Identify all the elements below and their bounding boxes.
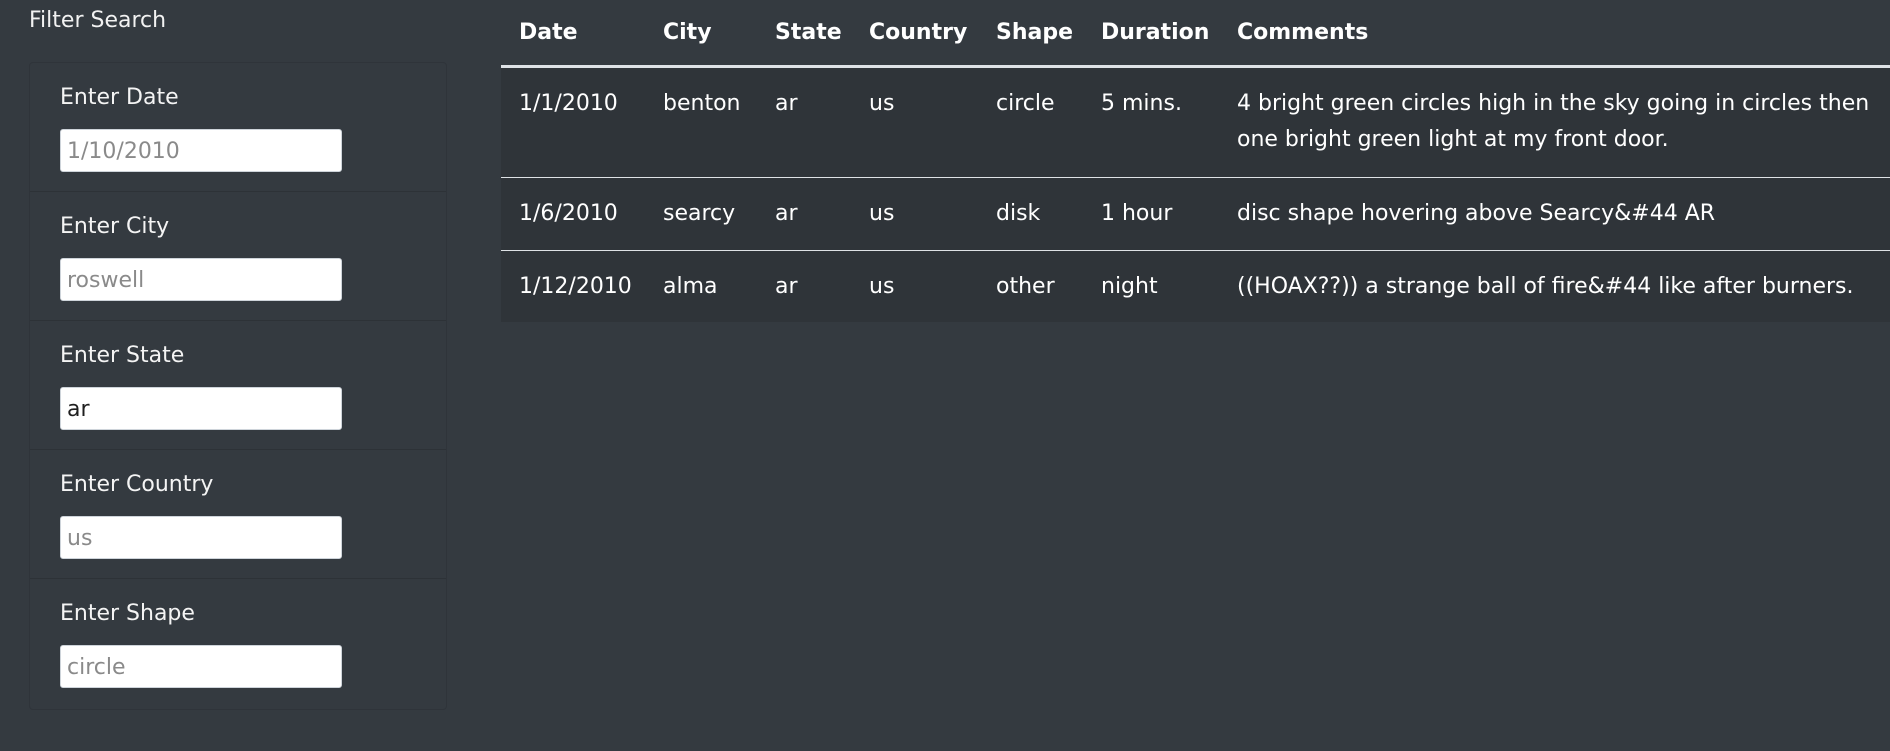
filter-item-country: Enter Country [30,450,446,579]
city-cell: searcy [645,176,757,250]
comments-cell: 4 bright green circles high in the sky g… [1237,90,1870,152]
shape-cell: circle [996,90,1055,116]
state-column-header: State [757,0,851,68]
filter-item-date: Enter Date [30,63,446,192]
country-cell: us [851,176,978,250]
state-cell: ar [757,249,851,322]
date-filter-label: Enter Date [60,85,179,110]
country-column-header: Country [851,0,978,68]
city-cell: alma [645,249,757,322]
city-column-header: City [645,0,757,68]
filter-item-state: Enter State [30,321,446,450]
comments-cell: ((HOAX??)) a strange ball of fire&#44 li… [1219,249,1890,322]
shape-column-header: Shape [978,0,1083,68]
ufo-sightings-table: Date City State Country Shape Duration C… [501,0,1890,322]
duration-cell: 5 mins. [1101,90,1182,116]
date-cell: 1/12/2010 [501,249,645,322]
results-panel: Date City State Country Shape Duration C… [501,0,1890,322]
shape-filter-label: Enter Shape [60,601,195,626]
table-row: 1/1/2010 benton ar us circle 5 mins. 4 b… [501,66,1890,177]
country-filter-input[interactable] [60,516,342,559]
date-column-header: Date [501,0,645,68]
duration-column-header: Duration [1083,0,1219,68]
city-filter-input[interactable] [60,258,342,301]
duration-cell: night [1083,249,1219,322]
table-row: 1/12/2010 alma ar us other night ((HOAX?… [501,249,1890,322]
country-cell: us [851,249,978,322]
table-header: Date City State Country Shape Duration C… [501,0,1890,68]
date-filter-input[interactable] [60,129,342,172]
filter-item-shape: Enter Shape [30,579,446,709]
table-header-row: Date City State Country Shape Duration C… [501,0,1890,68]
duration-cell: 1 hour [1083,176,1219,250]
filter-list: Enter Date Enter City Enter State Enter … [29,62,447,710]
date-cell: 1/6/2010 [501,176,645,250]
city-filter-label: Enter City [60,214,170,239]
comments-cell: disc shape hovering above Searcy&#44 AR [1219,176,1890,250]
comments-column-header: Comments [1219,0,1890,68]
country-cell: us [869,90,895,116]
date-cell: 1/1/2010 [519,90,618,116]
shape-filter-input[interactable] [60,645,342,688]
city-cell: benton [663,90,741,116]
shape-cell: disk [978,176,1083,250]
state-filter-input[interactable] [60,387,342,430]
state-cell: ar [775,90,798,116]
state-cell: ar [757,176,851,250]
table-row: 1/6/2010 searcy ar us disk 1 hour disc s… [501,176,1890,250]
filter-item-city: Enter City [30,192,446,321]
table-body: 1/1/2010 benton ar us circle 5 mins. 4 b… [501,66,1890,322]
filter-search-title: Filter Search [29,8,167,33]
shape-cell: other [978,249,1083,322]
country-filter-label: Enter Country [60,472,214,497]
state-filter-label: Enter State [60,343,185,368]
